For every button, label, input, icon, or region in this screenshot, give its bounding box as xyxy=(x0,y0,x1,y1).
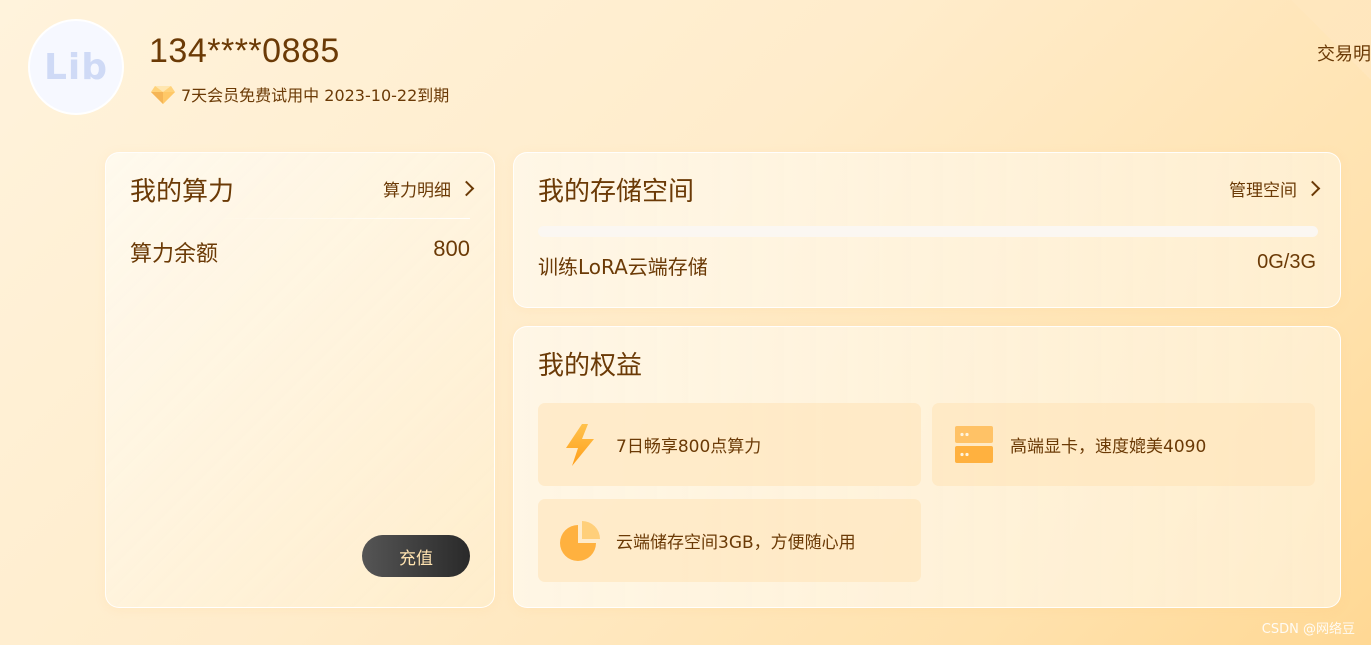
chevron-right-icon xyxy=(1304,180,1321,197)
divider xyxy=(206,218,470,219)
benefit-text: 高端显卡，速度媲美4090 xyxy=(1010,437,1207,457)
chevron-right-icon xyxy=(458,180,475,197)
benefit-item-gpu: 高端显卡，速度媲美4090 xyxy=(932,403,1315,486)
rights-card: 我的权益 7日畅享800点算力 高端显卡，速度媲美4090 云端储存空间3GB，… xyxy=(513,326,1341,608)
benefit-text: 7日畅享800点算力 xyxy=(616,437,762,457)
diamond-icon xyxy=(151,86,175,104)
storage-label: 训练LoRA云端存储 xyxy=(538,255,708,279)
benefit-item-compute: 7日畅享800点算力 xyxy=(538,403,921,486)
server-icon xyxy=(955,425,993,463)
transaction-details-link[interactable]: 交易明 xyxy=(1317,40,1371,66)
compute-card: 我的算力 算力明细 算力余额 800 充值 xyxy=(105,152,495,608)
compute-details-link[interactable]: 算力明细 xyxy=(383,176,475,201)
rights-title: 我的权益 xyxy=(538,351,643,381)
storage-value: 0G/3G xyxy=(1257,251,1316,273)
membership-status: 7天会员免费试用中 2023-10-22到期 xyxy=(151,82,449,106)
benefit-text: 云端储存空间3GB，方便随心用 xyxy=(616,533,856,553)
watermark: CSDN @网络豆 xyxy=(1261,622,1355,637)
storage-progress-bar xyxy=(538,226,1318,237)
balance-value: 800 xyxy=(433,236,470,261)
manage-storage-link[interactable]: 管理空间 xyxy=(1229,176,1321,201)
benefit-item-storage: 云端储存空间3GB，方便随心用 xyxy=(538,499,921,582)
avatar[interactable]: Lib xyxy=(28,19,124,115)
balance-label: 算力余额 xyxy=(130,242,219,267)
avatar-logo-text: Lib xyxy=(43,46,109,88)
lightning-icon xyxy=(566,423,594,466)
membership-text: 7天会员免费试用中 2023-10-22到期 xyxy=(181,86,450,105)
storage-title: 我的存储空间 xyxy=(538,177,695,207)
username: 134****0885 xyxy=(149,32,340,70)
recharge-button[interactable]: 充值 xyxy=(362,535,470,577)
compute-details-label: 算力明细 xyxy=(383,181,451,201)
pie-chart-icon xyxy=(560,520,600,561)
manage-storage-label: 管理空间 xyxy=(1229,181,1297,201)
storage-card: 我的存储空间 管理空间 训练LoRA云端存储 0G/3G xyxy=(513,152,1341,308)
compute-title: 我的算力 xyxy=(130,177,235,207)
